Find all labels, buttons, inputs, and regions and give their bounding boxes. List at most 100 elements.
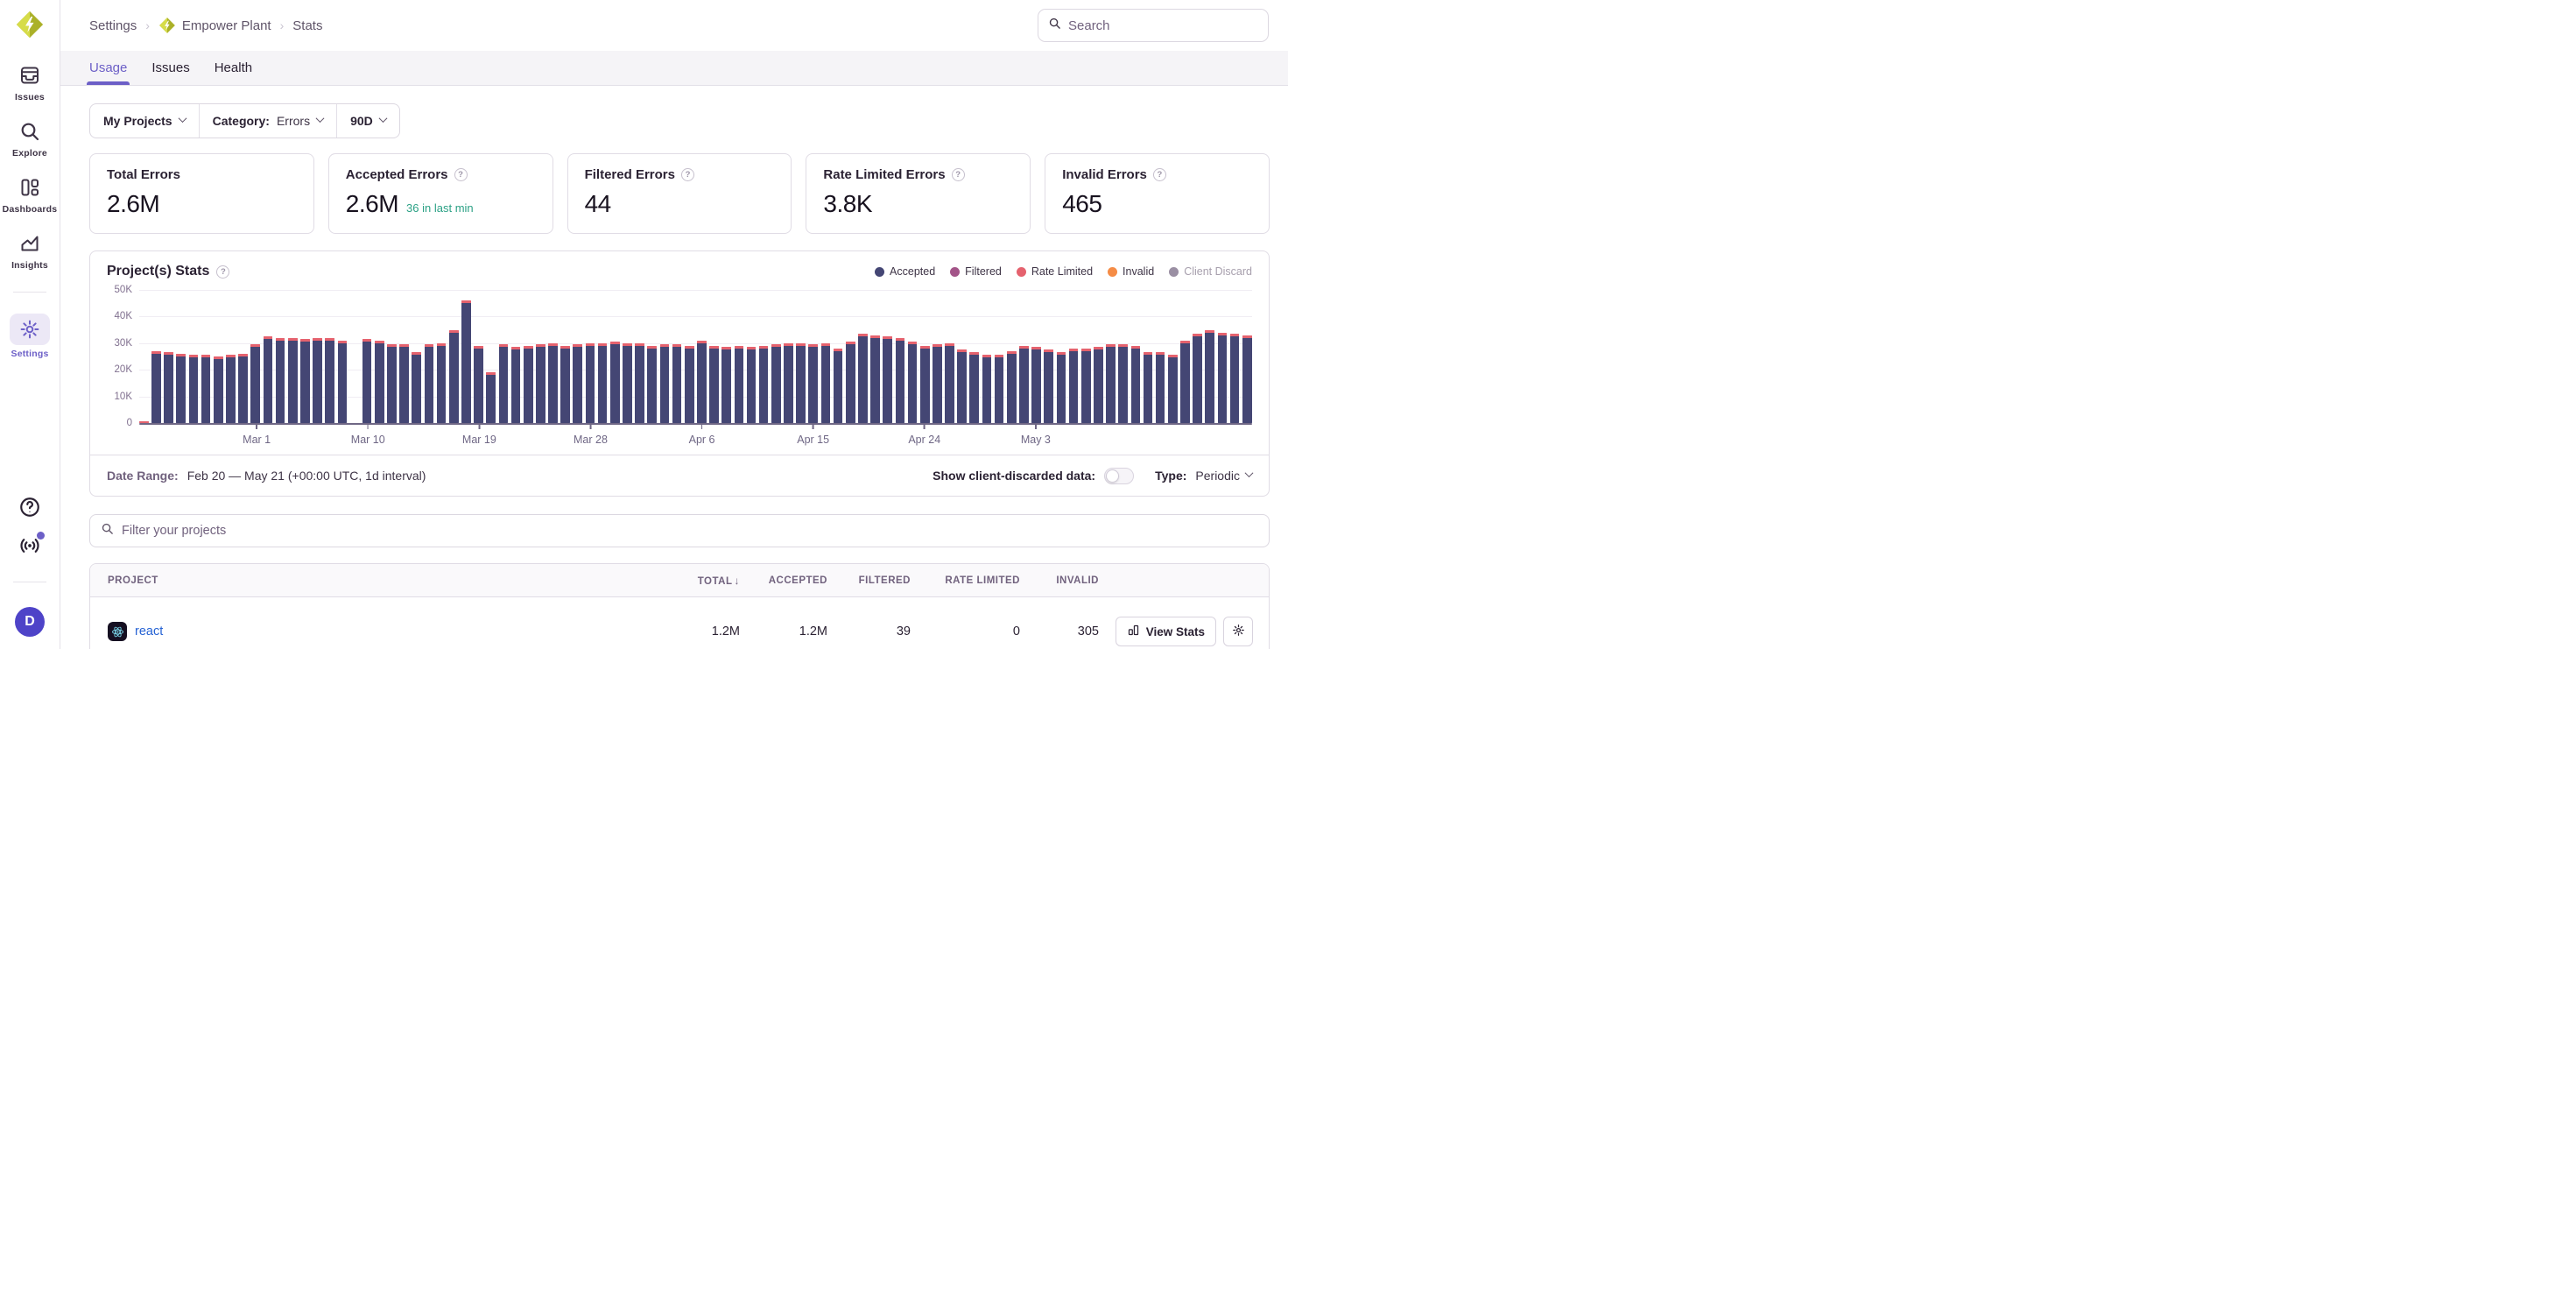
chart-bar[interactable] (697, 341, 707, 423)
sentry-logo-icon[interactable] (15, 10, 45, 39)
chart-bar[interactable] (721, 347, 731, 423)
chart-bar[interactable] (300, 339, 310, 423)
type-selector[interactable]: Periodic (1195, 469, 1252, 483)
chart-bar[interactable] (883, 336, 892, 423)
chart-bar[interactable] (276, 338, 285, 423)
chart-bar[interactable] (511, 347, 521, 423)
chart-bar[interactable] (808, 344, 818, 423)
tab-usage[interactable]: Usage (89, 51, 127, 85)
project-selector[interactable]: My Projects (90, 104, 199, 138)
chart-bar[interactable] (461, 300, 471, 423)
chart-bar[interactable] (610, 342, 620, 423)
chart-bar[interactable] (821, 343, 831, 423)
legend-item-invalid[interactable]: Invalid (1108, 265, 1154, 278)
chart-bar[interactable] (1168, 355, 1178, 423)
chart-bar[interactable] (933, 344, 942, 423)
view-stats-button[interactable]: View Stats (1116, 617, 1216, 646)
chart-bar[interactable] (399, 344, 409, 423)
chart-bar[interactable] (598, 343, 608, 423)
chart-bar[interactable] (784, 343, 793, 423)
chart-bar[interactable] (375, 341, 384, 423)
chart-bar[interactable] (1242, 335, 1252, 423)
column-header-project[interactable]: PROJECT (90, 575, 660, 586)
chart-bar[interactable] (536, 344, 545, 423)
global-search-input[interactable] (1068, 18, 1258, 33)
breadcrumb-item[interactable]: Stats (292, 18, 322, 33)
chart-bar[interactable] (1044, 349, 1053, 423)
chart-bar[interactable] (834, 349, 843, 423)
chart-bar[interactable] (747, 347, 757, 423)
chart-bar[interactable] (870, 335, 880, 423)
chart-bar[interactable] (1031, 347, 1041, 423)
chart-bar[interactable] (189, 355, 199, 423)
chart-bar[interactable] (151, 351, 161, 423)
legend-item-rate-limited[interactable]: Rate Limited (1017, 265, 1093, 278)
project-filter-input[interactable] (122, 524, 1258, 538)
chart-bar[interactable] (412, 352, 421, 423)
chart-bar[interactable] (1081, 349, 1091, 423)
chart-bar[interactable] (920, 346, 930, 423)
chart-bar[interactable] (387, 344, 397, 423)
chart-bar[interactable] (858, 334, 868, 423)
chart-bar[interactable] (759, 346, 769, 423)
column-header-rate-limited[interactable]: RATE LIMITED (914, 575, 1024, 586)
sidebar-item-explore[interactable]: Explore (0, 115, 60, 162)
chart-bar[interactable] (982, 355, 992, 423)
chart-bar[interactable] (573, 344, 582, 423)
chart-bar[interactable] (325, 338, 334, 423)
chart-bar[interactable] (896, 338, 905, 423)
chart-bar[interactable] (474, 346, 483, 423)
column-header-filtered[interactable]: FILTERED (831, 575, 914, 586)
chart-bar[interactable] (238, 354, 248, 423)
chart-bar[interactable] (499, 344, 509, 423)
chart-bar[interactable] (264, 336, 273, 423)
project-link[interactable]: react (135, 624, 163, 638)
chart-help-icon[interactable]: ? (216, 265, 229, 279)
chart-bar[interactable] (524, 346, 533, 423)
chart-bar[interactable] (1118, 344, 1128, 423)
chart-bar[interactable] (362, 339, 372, 423)
chart-bar[interactable] (1205, 330, 1214, 423)
chart-bar[interactable] (771, 344, 781, 423)
chart-bar[interactable] (250, 344, 260, 423)
user-avatar[interactable]: D (15, 607, 45, 637)
chart-bar[interactable] (1218, 333, 1228, 423)
legend-item-client-discard[interactable]: Client Discard (1169, 265, 1252, 278)
tab-issues[interactable]: Issues (151, 51, 189, 85)
chart-bar[interactable] (338, 341, 348, 423)
chart-bar[interactable] (425, 344, 434, 423)
chart-bar[interactable] (846, 342, 855, 423)
chart-bar[interactable] (164, 352, 173, 423)
chart-bar[interactable] (176, 354, 186, 423)
chart-bar[interactable] (586, 343, 595, 423)
column-header-total[interactable]: TOTAL↓ (660, 575, 743, 587)
chart-bar[interactable] (313, 338, 322, 423)
sidebar-item-insights[interactable]: Insights (0, 227, 60, 274)
chart-bar[interactable] (1156, 352, 1165, 423)
chart-bar[interactable] (1144, 352, 1153, 423)
project-filter-box[interactable] (89, 514, 1270, 547)
chart-bar[interactable] (1230, 334, 1240, 423)
chart-bar[interactable] (995, 355, 1004, 423)
chart-bar[interactable] (288, 338, 298, 423)
chart-bar[interactable] (486, 372, 496, 423)
chart-bar[interactable] (709, 346, 719, 423)
period-selector[interactable]: 90D (336, 104, 399, 138)
chart-bar[interactable] (449, 330, 459, 423)
chart-bar[interactable] (560, 346, 570, 423)
help-button[interactable] (18, 496, 41, 518)
chart-bar[interactable] (214, 356, 223, 423)
global-search[interactable] (1038, 9, 1269, 42)
chart-bar[interactable] (139, 421, 149, 423)
chart-bar[interactable] (1193, 334, 1202, 423)
chart-bar[interactable] (647, 346, 657, 423)
chart-bar[interactable] (796, 343, 806, 423)
chart-bar[interactable] (548, 343, 558, 423)
breadcrumb-item-org[interactable]: Empower Plant (158, 17, 271, 34)
legend-item-accepted[interactable]: Accepted (875, 265, 935, 278)
chart-bar[interactable] (908, 342, 918, 423)
project-settings-button[interactable] (1223, 617, 1253, 646)
legend-item-filtered[interactable]: Filtered (950, 265, 1002, 278)
chart-bar[interactable] (1019, 346, 1029, 423)
chart-bar[interactable] (1069, 349, 1079, 423)
